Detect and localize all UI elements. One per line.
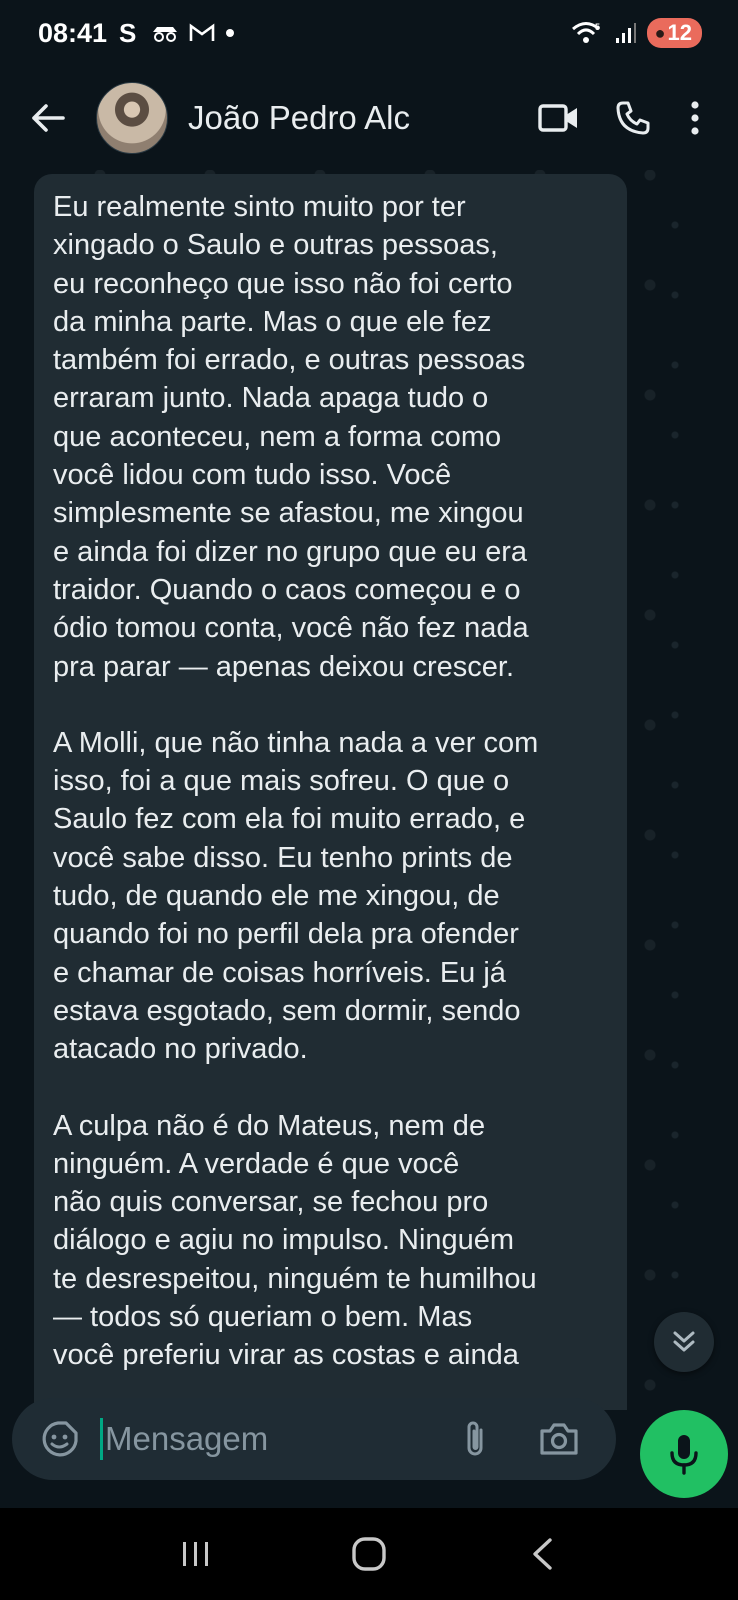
notification-icons: S [119,20,235,46]
recent-apps-button[interactable] [156,1524,236,1584]
signal-icon [615,23,636,43]
camera-button[interactable] [529,1413,589,1465]
battery-level: 12 [667,20,692,45]
battery-indicator: ● 12 [646,18,702,48]
message-paragraph: A culpa não é do Mateus, nem de ninguém.… [53,1109,537,1372]
message-input[interactable] [105,1420,435,1458]
message-bubble[interactable]: Eu realmente sinto muito por ter xingado… [34,174,627,1410]
attach-button[interactable] [449,1413,501,1465]
message-composer [12,1398,616,1480]
more-vert-icon [691,101,699,135]
status-bar: 08:41 S 5 ● 12 [0,0,738,66]
svg-text:5: 5 [595,22,600,32]
chat-header: João Pedro Alc [0,66,738,170]
system-navigation-bar [0,1508,738,1600]
emoji-icon [42,1421,78,1457]
svg-text:S: S [119,20,136,46]
mic-icon [670,1435,698,1475]
status-right: 5 ● 12 [571,18,702,48]
emoji-button[interactable] [34,1413,86,1465]
text-cursor [100,1418,103,1460]
video-call-icon [538,104,577,132]
voice-message-button[interactable] [640,1410,728,1498]
status-time: 08:41 [38,17,108,48]
whatsapp-chat-screen: 08:41 S 5 ● 12 João Pedro Alc Eu realmen… [0,0,738,1600]
double-chevron-down-icon [673,1331,695,1352]
voice-call-button[interactable] [596,88,670,148]
recent-apps-icon [183,1542,209,1566]
charging-icon: ● [654,22,666,43]
attach-icon [467,1421,483,1456]
more-options-button[interactable] [670,88,720,148]
header-actions [522,88,720,148]
home-icon [352,1537,386,1571]
back-nav-button[interactable] [502,1524,582,1584]
incognito-icon [153,27,178,42]
back-arrow-icon [32,104,65,132]
message-paragraph: Eu realmente sinto muito por ter xingado… [53,191,529,683]
message-paragraph: A Molli, que não tinha nada a ver com is… [53,726,539,1066]
contact-name[interactable]: João Pedro Alc [188,99,410,137]
video-call-button[interactable] [522,88,596,148]
status-left: 08:41 S [38,18,235,49]
home-button[interactable] [329,1524,409,1584]
phone-icon [616,101,650,135]
chevron-left-icon [532,1538,552,1570]
scroll-to-bottom-button[interactable] [654,1312,714,1372]
chat-area[interactable]: Eu realmente sinto muito por ter xingado… [0,170,738,1410]
contact-avatar[interactable] [96,82,168,154]
dot-icon [226,29,235,37]
skype-icon: S [119,20,136,46]
camera-icon [540,1423,578,1455]
gmail-icon [189,23,215,41]
wifi-icon: 5 [571,22,600,43]
back-button[interactable] [22,92,74,144]
